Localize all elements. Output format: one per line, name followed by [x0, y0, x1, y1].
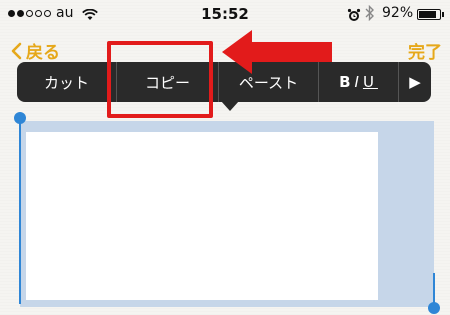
- more-menu-item[interactable]: ▶: [399, 62, 431, 102]
- bluetooth-icon: [365, 4, 375, 25]
- red-arrow-icon: [222, 30, 332, 74]
- play-arrow-icon: ▶: [409, 73, 421, 91]
- back-label: 戻る: [26, 43, 60, 63]
- selection-start-handle[interactable]: [14, 112, 26, 124]
- status-bar: au 15:52 92%: [0, 0, 450, 30]
- cut-menu-item[interactable]: カット: [17, 62, 117, 102]
- done-button[interactable]: 完了: [408, 38, 442, 63]
- format-biu-label: BIU: [339, 73, 378, 91]
- back-button[interactable]: 戻る: [10, 38, 60, 63]
- selection-end-handle[interactable]: [428, 302, 440, 314]
- chevron-left-icon: [11, 42, 22, 59]
- selection-start-line: [19, 118, 21, 304]
- alarm-icon: [347, 7, 361, 26]
- selected-content: [26, 132, 378, 300]
- battery-icon: [417, 9, 444, 20]
- battery-percentage: 92%: [382, 5, 414, 21]
- menu-pointer: [221, 101, 239, 111]
- copy-highlight-box: [107, 41, 213, 118]
